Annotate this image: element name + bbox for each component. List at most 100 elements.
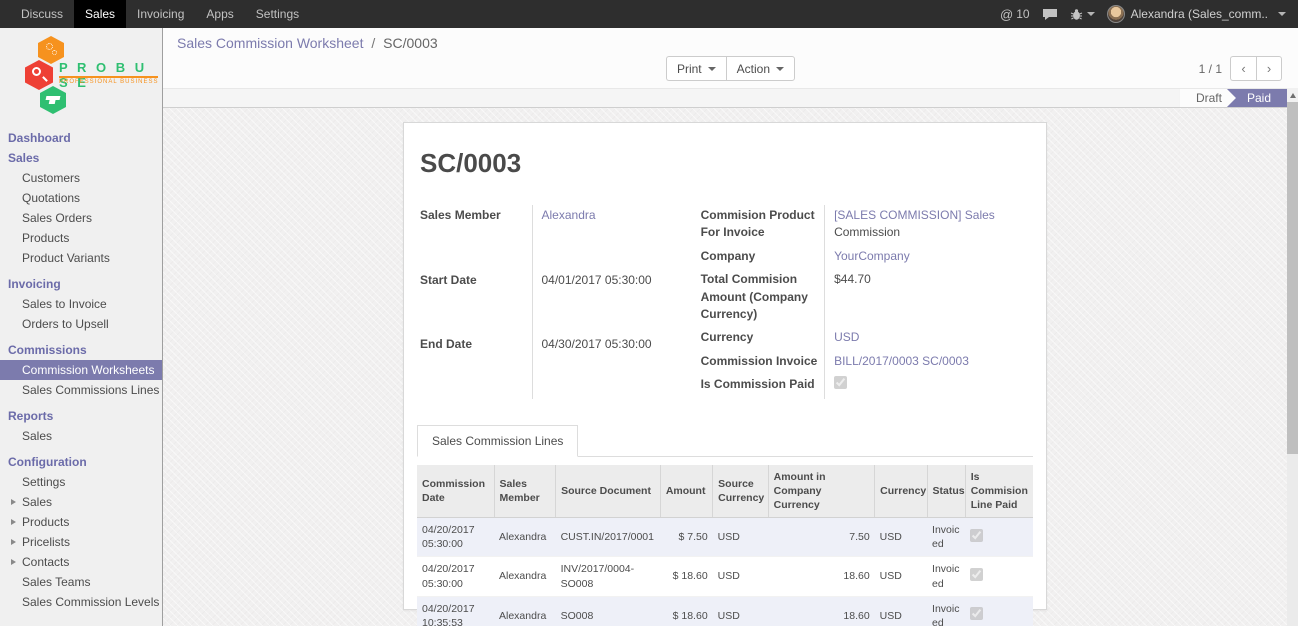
user-menu[interactable]: Alexandra (Sales_comm.. (1107, 5, 1286, 23)
sidebar-item-settings[interactable]: Settings (0, 472, 162, 492)
cell-currency[interactable]: USD (875, 518, 927, 557)
cell-amount[interactable]: $ 18.60 (660, 557, 712, 596)
sidebar-item-product-variants[interactable]: Product Variants (0, 248, 162, 268)
expand-icon (11, 499, 16, 505)
cell-company-amount[interactable]: 18.60 (768, 596, 875, 626)
cell-source-currency[interactable]: USD (713, 596, 768, 626)
tab-sales-commission-lines[interactable]: Sales Commission Lines (417, 425, 578, 457)
sidebar-item-reports-sales[interactable]: Sales (0, 426, 162, 446)
col-amount[interactable]: Amount (660, 465, 712, 518)
cell-status[interactable]: Invoiced (927, 596, 965, 626)
cell-source-currency[interactable]: USD (713, 518, 768, 557)
col-source-document[interactable]: Source Document (556, 465, 661, 518)
expand-icon (11, 539, 16, 545)
table-row[interactable]: 04/20/2017 05:30:00 Alexandra CUST.IN/20… (417, 518, 1033, 557)
pager-previous-button[interactable]: ‹ (1230, 56, 1256, 81)
cell-source[interactable]: SO008 (556, 596, 661, 626)
action-buttons: Print Action (666, 56, 795, 82)
menu-discuss[interactable]: Discuss (10, 0, 74, 28)
debug-icon[interactable] (1070, 8, 1095, 21)
status-draft[interactable]: Draft (1180, 89, 1236, 107)
sidebar-item-sales-to-invoice[interactable]: Sales to Invoice (0, 294, 162, 314)
control-panel: Sales Commission Worksheet / SC/0003 Pri… (163, 28, 1298, 88)
line-paid-checkbox[interactable] (970, 568, 983, 581)
chevron-down-icon (708, 67, 716, 71)
sidebar-section-invoicing[interactable]: Invoicing (0, 274, 162, 294)
sidebar-section-configuration[interactable]: Configuration (0, 452, 162, 472)
sidebar-item-quotations[interactable]: Quotations (0, 188, 162, 208)
cell-currency[interactable]: USD (875, 596, 927, 626)
menu-sales[interactable]: Sales (74, 0, 126, 28)
systray: @ 10 Alexandra (Sales_comm.. (1000, 0, 1298, 28)
line-paid-checkbox[interactable] (970, 607, 983, 620)
sidebar-item-config-contacts[interactable]: Contacts (0, 552, 162, 572)
breadcrumb-parent[interactable]: Sales Commission Worksheet (177, 35, 363, 51)
menu-settings[interactable]: Settings (245, 0, 310, 28)
cell-date[interactable]: 04/20/2017 05:30:00 (417, 557, 494, 596)
sidebar-item-config-pricelists[interactable]: Pricelists (0, 532, 162, 552)
sidebar-item-sales-teams[interactable]: Sales Teams (0, 572, 162, 592)
sidebar-item-sales-orders[interactable]: Sales Orders (0, 208, 162, 228)
cell-status[interactable]: Invoiced (927, 518, 965, 557)
field-label-total-commission: Total Commision Amount (Company Currency… (701, 269, 825, 327)
sidebar-section-reports[interactable]: Reports (0, 406, 162, 426)
sidebar-section-sales[interactable]: Sales (0, 148, 162, 168)
col-source-currency[interactable]: Source Currency (713, 465, 768, 518)
menu-invoicing[interactable]: Invoicing (126, 0, 195, 28)
scrollbar-thumb[interactable] (1287, 102, 1298, 454)
cell-source[interactable]: CUST.IN/2017/0001 (556, 518, 661, 557)
print-button[interactable]: Print (666, 56, 726, 81)
chat-icon[interactable] (1042, 8, 1058, 21)
field-label-start-date: Start Date (420, 270, 532, 335)
line-paid-checkbox[interactable] (970, 529, 983, 542)
expand-icon (11, 519, 16, 525)
sidebar-item-customers[interactable]: Customers (0, 168, 162, 188)
cell-source[interactable]: INV/2017/0004-SO008 (556, 557, 661, 596)
cell-member[interactable]: Alexandra (494, 518, 556, 557)
is-commission-paid-checkbox[interactable] (834, 376, 847, 389)
cell-member[interactable]: Alexandra (494, 557, 556, 596)
chevron-down-icon (776, 67, 784, 71)
cell-company-amount[interactable]: 7.50 (768, 518, 875, 557)
menu-apps[interactable]: Apps (195, 0, 244, 28)
sidebar-item-orders-to-upsell[interactable]: Orders to Upsell (0, 314, 162, 334)
sidebar-item-config-sales[interactable]: Sales (0, 492, 162, 512)
col-status[interactable]: Status (927, 465, 965, 518)
col-is-commission-line-paid[interactable]: Is Commision Line Paid (965, 465, 1033, 518)
col-commission-date[interactable]: Commission Date (417, 465, 494, 518)
sidebar-item-dashboard[interactable]: Dashboard (0, 128, 162, 148)
cell-member[interactable]: Alexandra (494, 596, 556, 626)
commission-lines-table: Commission Date Sales Member Source Docu… (417, 465, 1033, 626)
field-value-commission-product[interactable]: [SALES COMMISSION] Sales (834, 208, 995, 222)
table-row[interactable]: 04/20/2017 05:30:00 Alexandra INV/2017/0… (417, 557, 1033, 596)
cell-source-currency[interactable]: USD (713, 557, 768, 596)
table-row[interactable]: 04/20/2017 10:35:53 Alexandra SO008 $ 18… (417, 596, 1033, 626)
sidebar-item-sales-commission-levels[interactable]: Sales Commission Levels (0, 592, 162, 612)
scroll-up-button[interactable] (1287, 88, 1298, 102)
field-value-currency[interactable]: USD (834, 330, 859, 344)
cell-date[interactable]: 04/20/2017 05:30:00 (417, 518, 494, 557)
sidebar-item-config-products[interactable]: Products (0, 512, 162, 532)
sidebar-item-products[interactable]: Products (0, 228, 162, 248)
col-currency[interactable]: Currency (875, 465, 927, 518)
sidebar-item-sales-commissions-lines[interactable]: Sales Commissions Lines (0, 380, 162, 400)
col-sales-member[interactable]: Sales Member (494, 465, 556, 518)
sidebar-item-commission-worksheets[interactable]: Commission Worksheets (0, 360, 162, 380)
pager-next-button[interactable]: › (1256, 56, 1282, 81)
sidebar-section-commissions[interactable]: Commissions (0, 340, 162, 360)
vertical-scrollbar[interactable] (1287, 88, 1298, 626)
mention-counter[interactable]: @ 10 (1000, 7, 1030, 22)
field-value-commission-invoice[interactable]: BILL/2017/0003 SC/0003 (834, 354, 969, 368)
field-value-total-commission: $44.70 (825, 269, 1030, 327)
action-button[interactable]: Action (726, 56, 795, 81)
col-amount-company-currency[interactable]: Amount in Company Currency (768, 465, 875, 518)
field-value-company[interactable]: YourCompany (834, 249, 910, 263)
cell-amount[interactable]: $ 18.60 (660, 596, 712, 626)
cell-date[interactable]: 04/20/2017 10:35:53 (417, 596, 494, 626)
cell-status[interactable]: Invoiced (927, 557, 965, 596)
field-value-sales-member[interactable]: Alexandra (542, 208, 596, 222)
cell-company-amount[interactable]: 18.60 (768, 557, 875, 596)
mention-count: 10 (1016, 7, 1029, 21)
cell-currency[interactable]: USD (875, 557, 927, 596)
cell-amount[interactable]: $ 7.50 (660, 518, 712, 557)
